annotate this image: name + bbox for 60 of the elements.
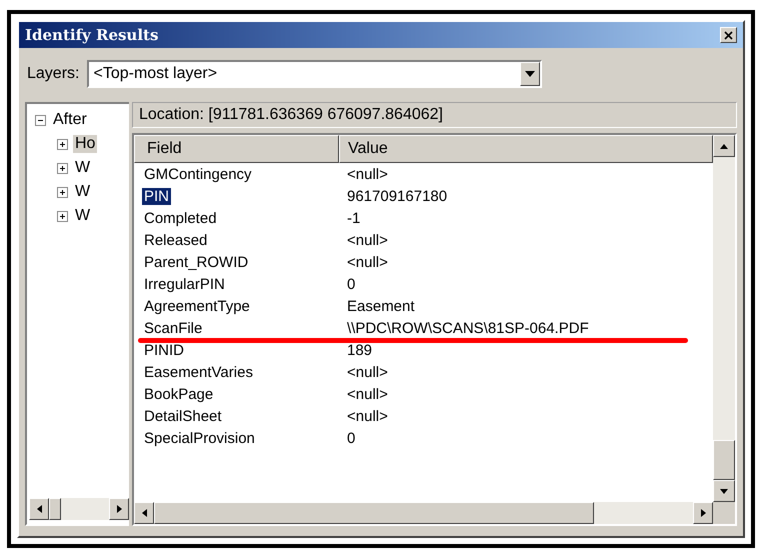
tree-item[interactable]: W: [73, 159, 92, 177]
field-name[interactable]: Completed: [142, 210, 219, 226]
field-name[interactable]: Parent_ROWID: [142, 254, 250, 270]
field-name[interactable]: EasementVaries: [142, 364, 255, 380]
close-icon: [724, 30, 733, 40]
scroll-down-button[interactable]: [713, 480, 735, 502]
scroll-left-button[interactable]: [134, 502, 154, 524]
field-value: <null>: [346, 364, 389, 380]
tree-toggle-icon[interactable]: [57, 138, 68, 150]
field-value: <null>: [346, 232, 389, 248]
field-value: 0: [346, 276, 356, 292]
field-value: \\PDC\ROW\SCANS\81SP-064.PDF: [346, 320, 590, 336]
field-value: 0: [346, 430, 356, 446]
layers-dropdown[interactable]: <Top-most layer>: [87, 60, 542, 88]
field-name[interactable]: IrregularPIN: [142, 276, 227, 292]
field-name[interactable]: Released: [142, 232, 210, 248]
field-value: -1: [346, 210, 362, 226]
scrollbar-corner: [713, 502, 735, 524]
column-header[interactable]: Value: [339, 135, 713, 163]
field-value: Easement: [346, 298, 416, 314]
tree-toggle-icon[interactable]: [57, 186, 68, 198]
tree-toggle-icon[interactable]: [57, 162, 68, 174]
field-value: 961709167180: [346, 188, 448, 204]
field-value: <null>: [346, 166, 389, 182]
arrow-right-icon: [700, 509, 706, 517]
tree-item[interactable]: W: [73, 183, 92, 201]
scroll-right-button[interactable]: [693, 502, 713, 524]
tree-item[interactable]: W: [73, 207, 92, 225]
scroll-thumb[interactable]: [713, 440, 735, 480]
column-header[interactable]: Field: [134, 135, 339, 163]
scroll-up-button[interactable]: [713, 135, 735, 157]
field-name[interactable]: PIN: [142, 188, 172, 204]
field-name[interactable]: GMContingency: [142, 166, 254, 182]
scroll-right-button[interactable]: [109, 498, 129, 520]
field-value: <null>: [346, 386, 389, 402]
arrow-down-icon: [720, 488, 728, 494]
field-name[interactable]: AgreementType: [142, 298, 252, 314]
field-name[interactable]: DetailSheet: [142, 408, 224, 424]
location-text: Location: [911781.636369 676097.864062]: [132, 102, 737, 128]
tree-item[interactable]: After: [51, 111, 89, 129]
window-title: Identify Results: [25, 26, 158, 44]
close-button[interactable]: [720, 27, 737, 43]
field-value: 189: [346, 342, 374, 358]
field-value: <null>: [346, 254, 389, 270]
scroll-thumb[interactable]: [49, 498, 61, 520]
field-name[interactable]: BookPage: [142, 386, 216, 402]
field-name[interactable]: PINID: [142, 342, 186, 358]
scroll-left-button[interactable]: [29, 498, 49, 520]
arrow-right-icon: [116, 505, 122, 513]
scroll-thumb[interactable]: [154, 502, 594, 524]
arrow-left-icon: [36, 505, 42, 513]
arrow-left-icon: [142, 509, 146, 517]
layers-label: Layers:: [27, 65, 80, 83]
field-value: <null>: [346, 408, 389, 424]
arrow-up-icon: [720, 144, 728, 148]
tree-item[interactable]: Ho: [73, 135, 98, 153]
tree-toggle-icon[interactable]: [35, 114, 46, 126]
field-name[interactable]: ScanFile: [142, 320, 204, 336]
field-name[interactable]: SpecialProvision: [142, 430, 257, 446]
tree-toggle-icon[interactable]: [57, 210, 68, 222]
